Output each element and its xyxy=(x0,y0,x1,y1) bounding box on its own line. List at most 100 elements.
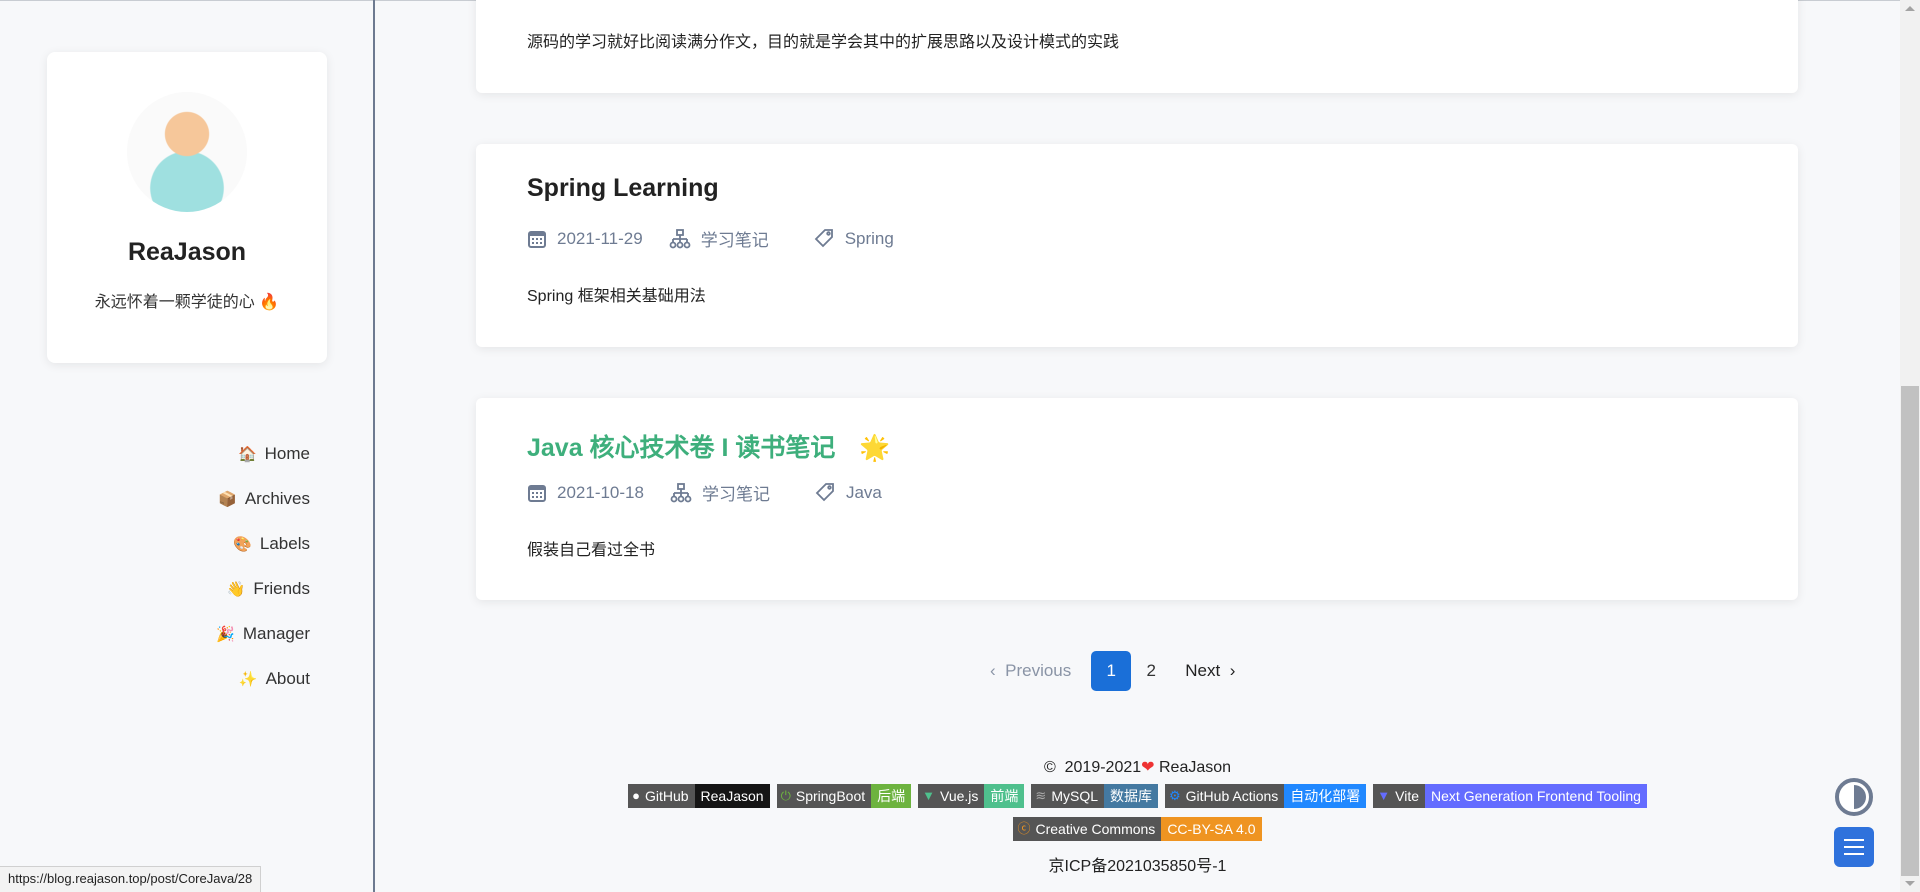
previous-label: Previous xyxy=(1005,661,1072,680)
nav-label: Home xyxy=(264,444,310,463)
nav-friends[interactable]: 👋 Friends xyxy=(216,575,310,620)
pagination: ‹ Previous 1 2 Next › xyxy=(990,651,1235,691)
github-actions-icon: ⚙ xyxy=(1169,788,1181,803)
copyright: © 2019-2021❤ ReaJason xyxy=(375,757,1900,777)
badge-row: ● GitHub ReaJason ⏻ SpringBoot 后端 ▼ Vue.js 前端 ≋ My… xyxy=(375,784,1900,808)
theme-toggle-button[interactable] xyxy=(1834,777,1874,817)
copyright-icon: © xyxy=(1043,759,1056,776)
profile-motto: 永远怀着一颗学徒的心 🔥 xyxy=(47,288,327,312)
page-2-button[interactable]: 2 xyxy=(1131,651,1171,691)
scrollbar[interactable] xyxy=(1900,0,1920,892)
profile-name: ReaJason xyxy=(127,238,247,266)
badge-label: Vue.js xyxy=(940,788,979,804)
status-bar-url: https://blog.reajason.top/post/CoreJava/… xyxy=(0,866,262,892)
nav-label: Archives xyxy=(244,489,310,508)
house-icon: 🏠 xyxy=(237,446,257,463)
nav-about[interactable]: ✨ About xyxy=(216,665,310,710)
scrollbar-thumb[interactable] xyxy=(1901,386,1919,876)
calendar-icon xyxy=(528,230,546,248)
nav-label: Labels xyxy=(259,534,310,553)
badge-value: 前端 xyxy=(984,784,1025,808)
nav-label: Manager xyxy=(242,624,310,643)
creative-commons-icon: ⓒ xyxy=(1017,821,1031,836)
tag-icon xyxy=(815,482,834,501)
motto-text: 永远怀着一颗学徒的心 xyxy=(94,294,255,311)
post-meta: 2021-11-29 学习笔记 Spring xyxy=(527,226,920,251)
post-card[interactable]: Java 核心技术卷 I 读书笔记 🌟 2021-10-18 学习笔记 Java … xyxy=(476,398,1798,600)
scroll-down-icon[interactable] xyxy=(1905,881,1915,886)
post-description: 假装自己看过全书 xyxy=(527,542,656,559)
nav-labels[interactable]: 🎨 Labels xyxy=(216,530,310,575)
post-tag[interactable]: Java xyxy=(846,483,882,503)
post-description: 源码的学习就好比阅读满分作文，目的就是学会其中的扩展思路以及设计模式的实践 xyxy=(527,34,1120,51)
vite-icon: ▼ xyxy=(1377,788,1391,803)
star-icon: 🌟 xyxy=(859,434,891,462)
contrast-icon xyxy=(1835,778,1873,816)
fire-icon: 🔥 xyxy=(259,294,280,311)
github-icon: ● xyxy=(632,788,640,803)
badge-value: CC-BY-SA 4.0 xyxy=(1161,817,1262,841)
package-icon: 📦 xyxy=(218,491,237,508)
next-button[interactable]: Next › xyxy=(1185,661,1235,681)
category-icon xyxy=(669,228,691,248)
badge-github[interactable]: ● GitHub ReaJason xyxy=(628,784,770,808)
badge-mysql[interactable]: ≋ MySQL 数据库 xyxy=(1031,784,1159,808)
copyright-author[interactable]: ReaJason xyxy=(1159,759,1231,776)
post-title-text: Java 核心技术卷 I 读书笔记 xyxy=(527,434,836,462)
springboot-icon: ⏻ xyxy=(780,788,791,803)
post-title[interactable]: Java 核心技术卷 I 读书笔记 🌟 xyxy=(527,428,891,464)
post-category[interactable]: 学习笔记 xyxy=(702,480,770,505)
sparkles-icon: ✨ xyxy=(238,671,258,688)
party-icon: 🎉 xyxy=(216,626,235,643)
badge-label: MySQL xyxy=(1051,788,1099,804)
badge-label: Creative Commons xyxy=(1035,821,1156,837)
palette-icon: 🎨 xyxy=(233,536,252,553)
page-1-button[interactable]: 1 xyxy=(1091,651,1132,691)
badge-value: Next Generation Frontend Tooling xyxy=(1425,784,1647,808)
scroll-up-icon[interactable] xyxy=(1905,6,1915,11)
nav-label: Friends xyxy=(253,579,310,598)
nav-manager[interactable]: 🎉 Manager xyxy=(216,620,310,665)
mysql-icon: ≋ xyxy=(1035,788,1047,803)
badge-github-actions[interactable]: ⚙ GitHub Actions 自动化部署 xyxy=(1165,784,1367,808)
badge-value: ReaJason xyxy=(694,784,770,808)
license-row: ⓒ Creative Commons CC-BY-SA 4.0 xyxy=(375,817,1900,841)
tag-icon xyxy=(814,228,833,247)
sidebar-nav: 🏠 Home 📦 Archives 🎨 Labels 👋 Friends 🎉 Manage… xyxy=(216,440,310,710)
calendar-icon xyxy=(528,484,546,502)
post-meta: 2021-10-18 学习笔记 Java xyxy=(527,480,908,505)
nav-label: About xyxy=(265,669,310,688)
badge-value: 自动化部署 xyxy=(1284,784,1367,808)
post-description: Spring 框架相关基础用法 xyxy=(527,288,706,305)
badge-springboot[interactable]: ⏻ SpringBoot 后端 xyxy=(776,784,912,808)
previous-button[interactable]: ‹ Previous xyxy=(990,661,1071,681)
post-card[interactable]: Spring Learning 2021-11-29 学习笔记 Spring S… xyxy=(476,144,1798,347)
badge-label: GitHub Actions xyxy=(1185,788,1279,804)
chevron-right-icon: › xyxy=(1229,661,1236,680)
badge-vue-js[interactable]: ▼ Vue.js 前端 xyxy=(918,784,1025,808)
badge-value: 数据库 xyxy=(1104,784,1159,808)
badge-label: GitHub xyxy=(644,788,689,804)
menu-button[interactable] xyxy=(1834,827,1874,867)
heart-icon: ❤ xyxy=(1141,759,1155,776)
profile-card: ReaJason 永远怀着一颗学徒的心 🔥 xyxy=(47,52,327,363)
copyright-years: 2019-2021 xyxy=(1064,759,1142,776)
post-title[interactable]: Spring Learning xyxy=(527,174,719,203)
vue-icon: ▼ xyxy=(922,788,936,803)
nav-archives[interactable]: 📦 Archives xyxy=(216,485,310,530)
icp-link[interactable]: 京ICP备2021035850号-1 xyxy=(375,852,1900,876)
badge-vite[interactable]: ▼ Vite Next Generation Frontend Tooling xyxy=(1373,784,1647,808)
post-category[interactable]: 学习笔记 xyxy=(701,226,769,251)
post-tag[interactable]: Spring xyxy=(845,229,894,249)
chevron-left-icon: ‹ xyxy=(990,661,996,680)
avatar[interactable] xyxy=(127,92,247,212)
category-icon xyxy=(670,482,692,502)
post-date: 2021-11-29 xyxy=(557,228,643,248)
badge-label: Vite xyxy=(1395,788,1420,804)
post-card[interactable]: 源码的学习就好比阅读满分作文，目的就是学会其中的扩展思路以及设计模式的实践 xyxy=(476,0,1798,93)
badge-label: SpringBoot xyxy=(795,788,866,804)
nav-home[interactable]: 🏠 Home xyxy=(216,440,310,485)
post-date: 2021-10-18 xyxy=(557,482,644,502)
next-label: Next xyxy=(1185,661,1221,680)
license-badge[interactable]: ⓒ Creative Commons CC-BY-SA 4.0 xyxy=(1013,817,1262,841)
